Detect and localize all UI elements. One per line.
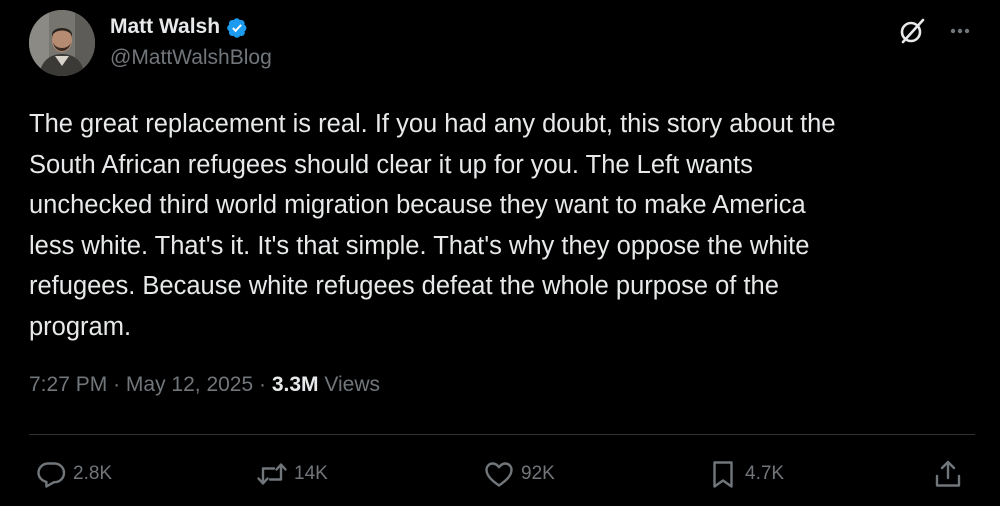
tweet-text-line: refugees. Because white refugees defeat … [29, 272, 779, 300]
bookmark-icon [713, 461, 733, 488]
repost-button[interactable]: 14K [256, 456, 328, 492]
more-icon[interactable] [945, 16, 975, 46]
divider [29, 434, 975, 435]
tweet-text-line: The great replacement is real. If you ha… [29, 110, 836, 138]
tweet-text: The great replacement is real. If you ha… [29, 104, 974, 347]
tweet-time[interactable]: 7:27 PM [29, 373, 107, 396]
reply-icon [37, 462, 66, 488]
author-handle[interactable]: @MattWalshBlog [110, 46, 272, 70]
tweet-meta: 7:27 PM · May 12, 2025 · 3.3M Views [29, 373, 380, 397]
meta-separator: · [113, 373, 121, 396]
share-button[interactable] [932, 456, 964, 492]
like-button[interactable]: 92K [483, 456, 555, 492]
share-icon [935, 460, 961, 487]
tweet-text-line: program. [29, 312, 132, 341]
like-count: 92K [521, 463, 555, 484]
bookmark-count: 4.7K [745, 463, 785, 484]
reply-count: 2.8K [73, 463, 113, 484]
avatar[interactable] [29, 10, 95, 76]
heart-icon [485, 462, 513, 487]
views-count[interactable]: 3.3M [272, 373, 319, 396]
repost-count: 14K [294, 463, 328, 484]
tweet-date[interactable]: May 12, 2025 [126, 373, 253, 396]
author-display-name[interactable]: Matt Walsh [110, 15, 220, 39]
author-name-row: Matt Walsh [110, 12, 248, 42]
tweet-text-line: less white. That's it. It's that simple.… [29, 231, 810, 260]
bookmark-button[interactable]: 4.7K [707, 456, 784, 492]
verified-badge-icon[interactable] [226, 17, 248, 39]
reply-button[interactable]: 2.8K [35, 456, 112, 492]
tweet-text-line: unchecked third world migration because … [29, 191, 806, 219]
tweet-text-line: South African refugees should clear it u… [29, 150, 753, 179]
grok-icon[interactable] [897, 16, 927, 46]
meta-separator: · [259, 373, 267, 396]
views-label: Views [324, 373, 381, 396]
avatar-image [29, 10, 95, 76]
repost-icon [257, 463, 287, 485]
